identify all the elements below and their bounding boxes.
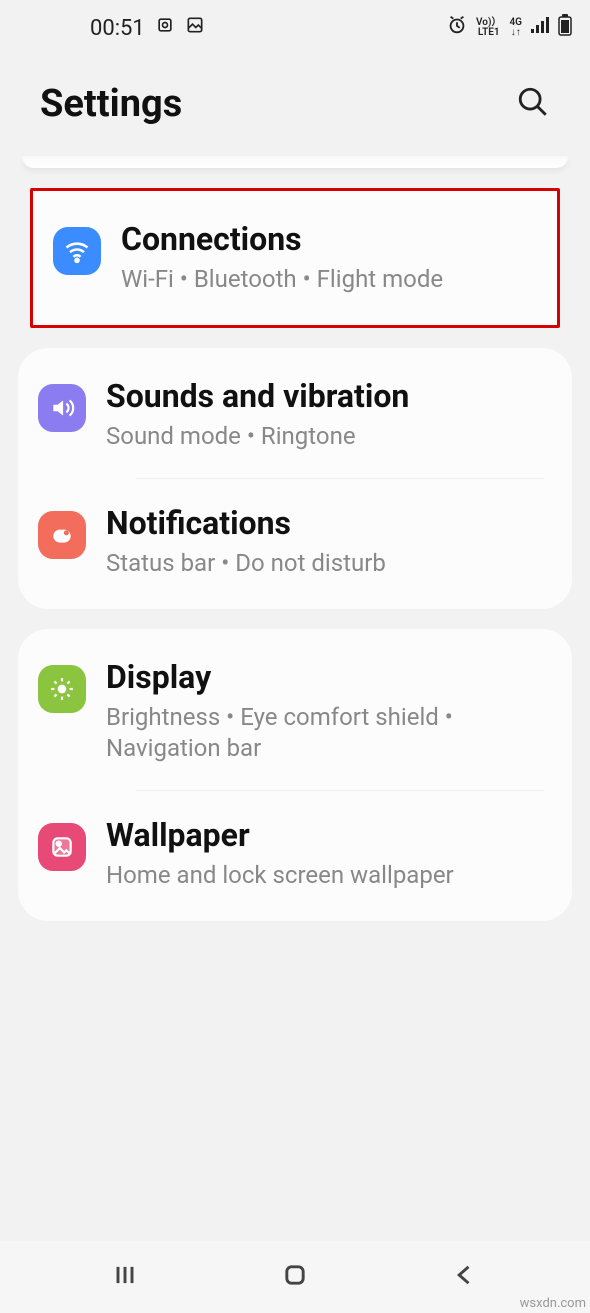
notifications-icon <box>38 511 86 559</box>
signal-icon <box>530 15 550 41</box>
image-icon <box>185 15 205 41</box>
item-subtitle: Wi‑Fi • Bluetooth • Flight mode <box>121 264 529 295</box>
item-title: Notifications <box>106 505 544 542</box>
search-button[interactable] <box>516 85 550 123</box>
header-shadow <box>22 156 568 168</box>
settings-item-connections[interactable]: Connections Wi‑Fi • Bluetooth • Flight m… <box>33 195 557 321</box>
recents-button[interactable] <box>111 1261 139 1293</box>
watermark: wsxdn.com <box>520 1296 586 1311</box>
settings-item-notifications[interactable]: Notifications Status bar • Do not distur… <box>18 479 572 605</box>
item-subtitle: Sound mode • Ringtone <box>106 421 544 452</box>
brightness-icon <box>38 665 86 713</box>
item-subtitle: Brightness • Eye comfort shield • Naviga… <box>106 702 544 764</box>
settings-group-display-wallpaper: Display Brightness • Eye comfort shield … <box>18 629 572 921</box>
status-bar: 00:51 Vo)） LTE1 4G ↓↑ <box>0 0 590 56</box>
wallpaper-icon <box>38 823 86 871</box>
clock: 00:51 <box>90 16 145 41</box>
volte-indicator: Vo)） LTE1 <box>476 18 501 38</box>
item-title: Connections <box>121 221 529 258</box>
battery-icon <box>558 14 572 42</box>
item-title: Sounds and vibration <box>106 378 544 415</box>
item-subtitle: Home and lock screen wallpaper <box>106 860 544 891</box>
alarm-icon <box>446 14 468 42</box>
item-title: Wallpaper <box>106 817 544 854</box>
page-title: Settings <box>40 82 182 126</box>
volume-icon <box>38 384 86 432</box>
back-button[interactable] <box>451 1261 479 1293</box>
settings-item-sounds[interactable]: Sounds and vibration Sound mode • Ringto… <box>18 352 572 478</box>
navigation-bar <box>0 1241 590 1313</box>
home-button[interactable] <box>281 1261 309 1293</box>
network-type: 4G ↓↑ <box>509 18 522 38</box>
settings-group-sound-notif: Sounds and vibration Sound mode • Ringto… <box>18 348 572 609</box>
item-subtitle: Status bar • Do not disturb <box>106 548 544 579</box>
settings-group-connections: Connections Wi‑Fi • Bluetooth • Flight m… <box>30 188 560 328</box>
wifi-icon <box>53 227 101 275</box>
settings-item-wallpaper[interactable]: Wallpaper Home and lock screen wallpaper <box>18 791 572 917</box>
item-title: Display <box>106 659 544 696</box>
alarm-set-icon <box>155 15 175 41</box>
settings-header: Settings <box>0 56 590 156</box>
settings-item-display[interactable]: Display Brightness • Eye comfort shield … <box>18 633 572 790</box>
